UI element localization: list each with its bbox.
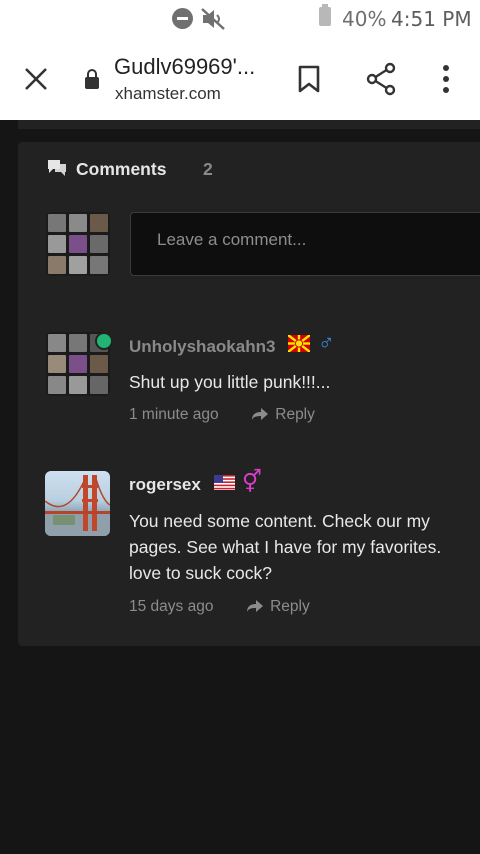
reply-label: Reply: [275, 406, 315, 423]
lock-icon: [85, 69, 99, 89]
usa-flag-icon: [214, 475, 235, 490]
comment-username[interactable]: rogersex: [129, 475, 201, 495]
comment-input[interactable]: Leave a comment...: [130, 212, 480, 276]
comment-time: 15 days ago: [129, 598, 214, 615]
male-gender-icon: ♂: [318, 330, 335, 355]
more-menu-icon[interactable]: [434, 62, 458, 96]
comments-section: Comments 2 Leave a comment... Unholyshao…: [18, 142, 480, 646]
comment-input-placeholder: Leave a comment...: [157, 230, 307, 249]
bookmark-icon[interactable]: [296, 64, 322, 94]
transgender-icon: ⚥: [242, 469, 262, 494]
comment-meta: 1 minute ago Reply: [129, 406, 315, 424]
comment-text: You need some content. Check our my page…: [129, 511, 442, 583]
comment-text: Shut up you little punk!!!...: [129, 372, 331, 392]
browser-toolbar: Gudlv69969'... xhamster.com: [0, 38, 480, 120]
current-user-avatar: [46, 212, 110, 276]
comments-icon: [48, 160, 66, 176]
do-not-disturb-icon: [172, 8, 193, 29]
mute-icon: [201, 8, 225, 30]
reply-label: Reply: [270, 598, 310, 615]
close-icon[interactable]: [22, 65, 50, 93]
battery-percent: 40%: [342, 7, 387, 31]
comment-username[interactable]: Unholyshaokahn3: [129, 337, 275, 357]
previous-section-edge: [18, 120, 480, 129]
reply-button[interactable]: Reply: [246, 598, 310, 615]
battery-icon: [319, 4, 331, 26]
comments-title: Comments: [76, 159, 167, 179]
clock: 4:51 PM: [391, 7, 472, 31]
golden-gate-photo: [45, 475, 110, 536]
url-domain[interactable]: xhamster.com: [115, 84, 221, 104]
comment-meta: 15 days ago Reply: [129, 598, 310, 616]
north-macedonia-flag-icon: [288, 335, 310, 352]
reply-icon: [252, 408, 269, 420]
comments-count: 2: [203, 159, 213, 179]
status-bar: 40% 4:51 PM: [0, 0, 480, 38]
commenter-avatar[interactable]: [45, 471, 110, 536]
page-title[interactable]: Gudlv69969'...: [114, 54, 255, 80]
reply-icon: [247, 600, 264, 612]
comment-time: 1 minute ago: [129, 406, 219, 423]
share-icon[interactable]: [365, 62, 397, 96]
reply-button[interactable]: Reply: [251, 406, 315, 423]
online-indicator: [95, 332, 113, 350]
